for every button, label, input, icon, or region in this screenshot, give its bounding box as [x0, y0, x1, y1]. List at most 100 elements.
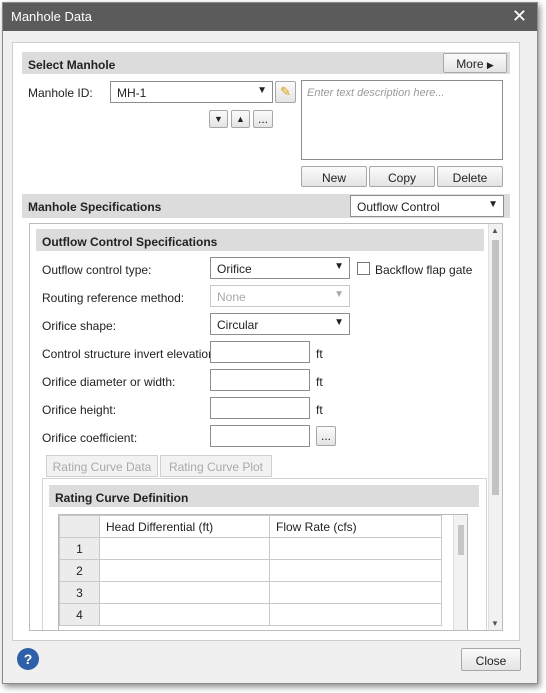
panel-scrollbar[interactable]: ▲ ▼: [488, 224, 502, 630]
orifice-shape-label: Orifice shape:: [42, 319, 117, 333]
orifice-coefficient-label: Orifice coefficient:: [42, 431, 138, 445]
manhole-id-label: Manhole ID:: [28, 86, 93, 100]
chevron-down-icon: ▼: [334, 317, 344, 328]
rating-curve-header: Rating Curve Definition: [49, 485, 479, 507]
specification-type-value: Outflow Control: [357, 200, 440, 214]
manhole-id-select[interactable]: MH-1 ▼: [110, 81, 273, 103]
outflow-control-title: Outflow Control Specifications: [42, 235, 218, 249]
close-button[interactable]: Close: [461, 648, 521, 671]
table-header-row: Head Differential (ft) Flow Rate (cfs): [59, 515, 442, 538]
head-differential-header: Head Differential (ft): [99, 515, 270, 538]
next-manhole-button[interactable]: ▼: [209, 110, 228, 128]
flow-rate-cell[interactable]: [269, 537, 442, 560]
select-manhole-title: Select Manhole: [28, 58, 116, 72]
orifice-diameter-input[interactable]: [210, 369, 310, 391]
rating-curve-panel: Rating Curve Definition Head Differentia…: [42, 478, 487, 630]
chevron-down-icon: ▼: [488, 199, 498, 210]
orifice-shape-value: Circular: [217, 318, 259, 332]
close-icon[interactable]: ✕: [512, 6, 527, 26]
orifice-height-unit: ft: [316, 403, 323, 417]
arrow-down-icon: ▼: [214, 114, 223, 124]
row-number: 2: [59, 559, 100, 582]
row-number: 4: [59, 603, 100, 626]
backflow-label: Backflow flap gate: [375, 263, 473, 277]
outflow-type-value: Orifice: [217, 262, 252, 276]
flow-rate-cell[interactable]: [269, 603, 442, 626]
coefficient-lookup-label: ...: [320, 429, 331, 443]
table-row: 3: [59, 581, 442, 604]
table-row: 4: [59, 603, 442, 626]
caret-right-icon: ▶: [486, 60, 494, 70]
grid-scrollbar[interactable]: [453, 515, 467, 630]
copy-button-label: Copy: [387, 171, 416, 185]
specification-type-select[interactable]: Outflow Control ▼: [350, 195, 504, 217]
row-number: 3: [59, 581, 100, 604]
panel-scroll-thumb[interactable]: [492, 240, 499, 495]
head-differential-cell[interactable]: [99, 603, 270, 626]
orifice-height-label: Orifice height:: [42, 403, 117, 417]
chevron-down-icon: ▼: [334, 261, 344, 272]
routing-method-select[interactable]: None ▼: [210, 285, 350, 307]
tab-rating-curve-data-label: Rating Curve Data: [52, 460, 152, 474]
help-icon[interactable]: ?: [17, 648, 39, 670]
select-manhole-header: Select Manhole: [22, 52, 510, 74]
edit-manhole-button[interactable]: ✎: [275, 81, 296, 103]
head-differential-cell[interactable]: [99, 581, 270, 604]
flow-rate-header: Flow Rate (cfs): [269, 515, 442, 538]
title-bar: Manhole Data ✕: [3, 3, 537, 31]
table-row: 1: [59, 537, 442, 560]
head-differential-cell[interactable]: [99, 537, 270, 560]
chevron-down-icon: ▼: [257, 85, 267, 96]
coefficient-lookup-button[interactable]: ...: [316, 426, 336, 446]
new-button-label: New: [321, 171, 346, 185]
tab-rating-curve-data[interactable]: Rating Curve Data: [46, 455, 158, 477]
outflow-type-label: Outflow control type:: [42, 263, 152, 277]
manhole-id-value: MH-1: [117, 86, 147, 100]
more-button[interactable]: More ▶: [443, 53, 507, 73]
more-button-label: More: [456, 57, 484, 71]
orifice-shape-select[interactable]: Circular ▼: [210, 313, 350, 335]
orifice-diameter-label: Orifice diameter or width:: [42, 375, 176, 389]
orifice-diameter-unit: ft: [316, 375, 323, 389]
manhole-data-dialog: Manhole Data ✕ Select Manhole More ▶ Man…: [2, 2, 538, 684]
outflow-type-select[interactable]: Orifice ▼: [210, 257, 350, 279]
delete-button[interactable]: Delete: [437, 166, 503, 187]
description-placeholder: Enter text description here...: [307, 87, 445, 99]
backflow-checkbox[interactable]: [357, 262, 370, 275]
orifice-coefficient-input[interactable]: [210, 425, 310, 447]
pencil-icon: ✎: [280, 84, 291, 99]
orifice-height-input[interactable]: [210, 397, 310, 419]
row-number-header: [59, 515, 100, 538]
rating-curve-title: Rating Curve Definition: [55, 491, 189, 505]
arrow-up-icon: ▲: [236, 114, 245, 124]
tab-rating-curve-plot-label: Rating Curve Plot: [168, 460, 264, 474]
previous-manhole-button[interactable]: ▲: [231, 110, 250, 128]
table-row: 2: [59, 559, 442, 582]
dialog-title: Manhole Data: [11, 9, 92, 24]
main-panel: Select Manhole More ▶ Manhole ID: MH-1 ▼…: [12, 42, 520, 641]
outflow-control-panel: Outflow Control Specifications Outflow c…: [29, 223, 503, 631]
row-number: 1: [59, 537, 100, 560]
rating-curve-table: Head Differential (ft) Flow Rate (cfs) 1…: [59, 515, 442, 626]
help-glyph: ?: [23, 651, 33, 667]
manhole-specifications-title: Manhole Specifications: [28, 200, 162, 214]
chevron-down-icon: ▼: [334, 289, 344, 300]
new-button[interactable]: New: [301, 166, 367, 187]
copy-button[interactable]: Copy: [369, 166, 435, 187]
outflow-control-header: Outflow Control Specifications: [36, 229, 484, 251]
grid-scroll-thumb[interactable]: [458, 525, 464, 555]
flow-rate-cell[interactable]: [269, 581, 442, 604]
routing-method-value: None: [217, 290, 246, 304]
description-textarea[interactable]: Enter text description here...: [301, 80, 503, 160]
scroll-up-icon[interactable]: ▲: [491, 226, 499, 235]
invert-elevation-unit: ft: [316, 347, 323, 361]
tab-rating-curve-plot[interactable]: Rating Curve Plot: [160, 455, 272, 477]
browse-manholes-button[interactable]: ...: [253, 110, 273, 128]
flow-rate-cell[interactable]: [269, 559, 442, 582]
scroll-down-icon[interactable]: ▼: [491, 619, 499, 628]
delete-button-label: Delete: [452, 171, 488, 185]
browse-manholes-label: ...: [257, 112, 268, 126]
head-differential-cell[interactable]: [99, 559, 270, 582]
invert-elevation-input[interactable]: [210, 341, 310, 363]
rating-curve-grid: Head Differential (ft) Flow Rate (cfs) 1…: [58, 514, 468, 630]
